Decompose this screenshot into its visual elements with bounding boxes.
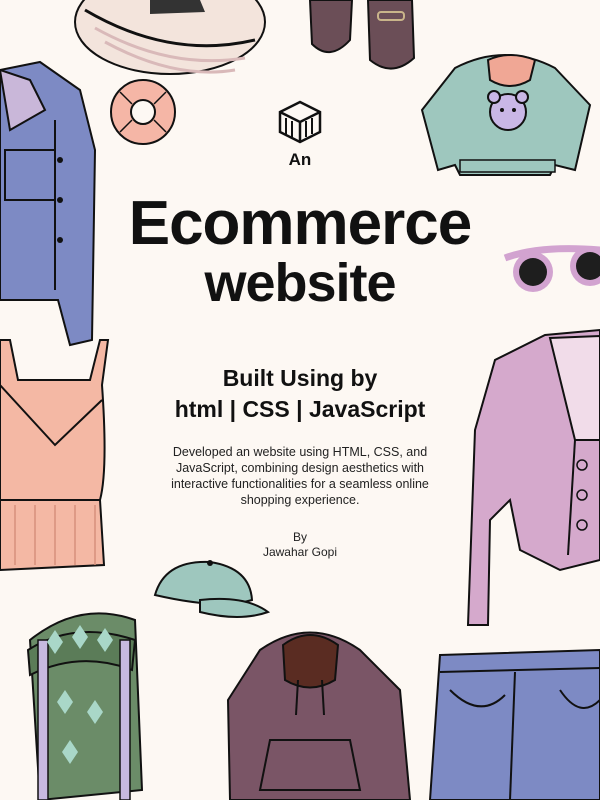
author-name: Jawahar Gopi bbox=[262, 545, 338, 559]
backpack-icon bbox=[26, 612, 144, 800]
cap-icon bbox=[153, 560, 271, 618]
loafers-icon bbox=[308, 0, 416, 70]
scrunchie-icon bbox=[110, 79, 176, 145]
sun-hat-icon bbox=[74, 0, 266, 75]
cover-page: An Ecommerce website Built Using by html… bbox=[0, 0, 600, 800]
hoodie-icon bbox=[226, 631, 412, 800]
intro-text: An bbox=[288, 150, 312, 169]
jeans-icon bbox=[428, 648, 600, 800]
cube-logo-icon bbox=[278, 100, 322, 144]
by-label: By bbox=[292, 530, 307, 544]
description-text: Developed an website using HTML, CSS, an… bbox=[171, 445, 429, 507]
built-using-heading: Built Using by bbox=[222, 365, 378, 391]
tech-stack-heading: html | CSS | JavaScript bbox=[174, 396, 426, 422]
title-line-2: website bbox=[204, 253, 396, 313]
